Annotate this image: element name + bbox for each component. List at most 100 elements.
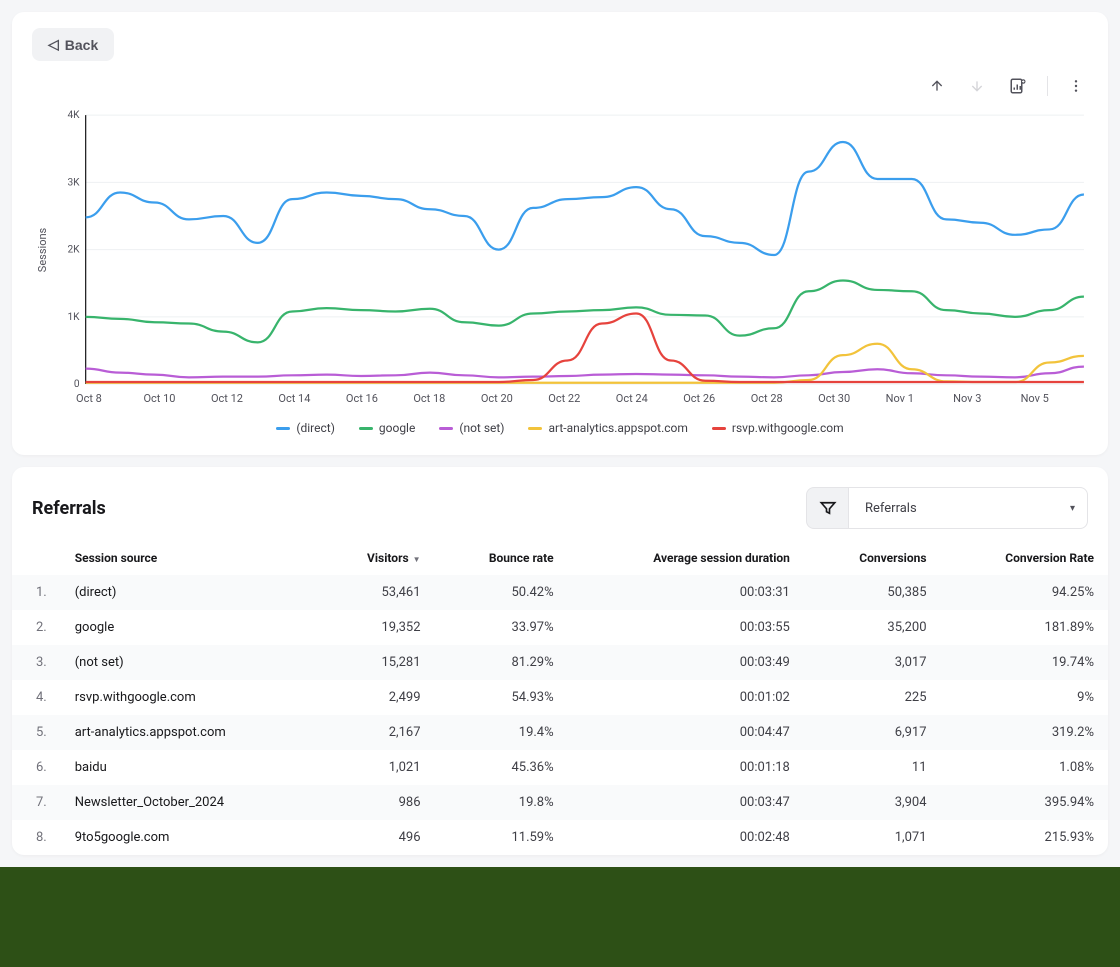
cell-conv: 225 <box>804 680 941 715</box>
sessions-line-chart: 01K2K3K4K <box>49 107 1088 392</box>
cell-bounce: 19.8% <box>435 785 568 820</box>
cell-rate: 319.2% <box>941 715 1108 750</box>
add-chart-icon[interactable] <box>1005 73 1031 99</box>
column-header[interactable]: Bounce rate <box>435 541 568 575</box>
column-header[interactable]: Average session duration <box>568 541 804 575</box>
cell-duration: 00:03:31 <box>568 575 804 610</box>
arrow-up-icon[interactable] <box>925 74 949 98</box>
filter-icon[interactable] <box>806 487 848 529</box>
svg-text:2K: 2K <box>67 245 80 256</box>
legend-label: (direct) <box>296 421 335 435</box>
x-tick: Oct 8 <box>76 392 143 405</box>
cell-conv: 3,904 <box>804 785 941 820</box>
cell-n: 7. <box>12 785 61 820</box>
more-vertical-icon[interactable] <box>1064 74 1088 98</box>
cell-visitors: 2,499 <box>318 680 435 715</box>
cell-source: 9to5google.com <box>61 820 318 855</box>
cell-conv: 3,017 <box>804 645 941 680</box>
table-header-row: Session sourceVisitors▼Bounce rateAverag… <box>12 541 1108 575</box>
column-header[interactable]: Visitors▼ <box>318 541 435 575</box>
cell-bounce: 54.93% <box>435 680 568 715</box>
column-header[interactable]: Session source <box>61 541 318 575</box>
cell-visitors: 15,281 <box>318 645 435 680</box>
cell-visitors: 496 <box>318 820 435 855</box>
cell-conv: 50,385 <box>804 575 941 610</box>
column-header[interactable]: Conversion Rate <box>941 541 1108 575</box>
cell-n: 3. <box>12 645 61 680</box>
cell-n: 1. <box>12 575 61 610</box>
legend-item[interactable]: rsvp.withgoogle.com <box>712 421 844 435</box>
legend-swatch <box>359 427 373 430</box>
cell-n: 2. <box>12 610 61 645</box>
cell-bounce: 33.97% <box>435 610 568 645</box>
cell-bounce: 81.29% <box>435 645 568 680</box>
legend-swatch <box>276 427 290 430</box>
x-axis-ticks: Oct 8Oct 10Oct 12Oct 14Oct 16Oct 18Oct 2… <box>76 392 1088 405</box>
x-tick: Nov 1 <box>886 392 953 405</box>
legend-item[interactable]: (direct) <box>276 421 335 435</box>
cell-duration: 00:03:47 <box>568 785 804 820</box>
toolbar-divider <box>1047 76 1048 96</box>
chart-toolbar <box>12 61 1108 99</box>
x-tick: Oct 24 <box>616 392 683 405</box>
back-button[interactable]: ◁ Back <box>32 28 114 61</box>
table-row[interactable]: 2.google19,35233.97%00:03:5535,200181.89… <box>12 610 1108 645</box>
table-row[interactable]: 6.baidu1,02145.36%00:01:18111.08% <box>12 750 1108 785</box>
cell-rate: 1.08% <box>941 750 1108 785</box>
y-axis-label: Sessions <box>32 107 49 392</box>
svg-text:1K: 1K <box>67 312 80 323</box>
chart-area: Sessions 01K2K3K4K Oct 8Oct 10Oct 12Oct … <box>12 99 1108 455</box>
referrals-select[interactable]: Referrals <box>848 487 1088 529</box>
cell-duration: 00:02:48 <box>568 820 804 855</box>
svg-text:4K: 4K <box>67 110 80 121</box>
x-tick: Oct 16 <box>346 392 413 405</box>
cell-source: google <box>61 610 318 645</box>
cell-duration: 00:03:55 <box>568 610 804 645</box>
cell-n: 5. <box>12 715 61 750</box>
table-row[interactable]: 8.9to5google.com49611.59%00:02:481,07121… <box>12 820 1108 855</box>
cell-visitors: 986 <box>318 785 435 820</box>
table-row[interactable]: 7.Newsletter_October_202498619.8%00:03:4… <box>12 785 1108 820</box>
x-tick: Oct 20 <box>481 392 548 405</box>
legend-item[interactable]: (not set) <box>439 421 504 435</box>
svg-text:3K: 3K <box>67 177 80 188</box>
table-row[interactable]: 3.(not set)15,28181.29%00:03:493,01719.7… <box>12 645 1108 680</box>
cell-rate: 395.94% <box>941 785 1108 820</box>
x-tick: Oct 28 <box>751 392 818 405</box>
cell-visitors: 53,461 <box>318 575 435 610</box>
referrals-table: Session sourceVisitors▼Bounce rateAverag… <box>12 541 1108 855</box>
column-header[interactable]: Conversions <box>804 541 941 575</box>
referrals-card: Referrals Referrals Session sourceVisito… <box>12 467 1108 855</box>
sort-indicator-icon: ▼ <box>413 555 421 564</box>
legend-swatch <box>712 427 726 430</box>
legend-label: (not set) <box>459 421 504 435</box>
cell-duration: 00:01:02 <box>568 680 804 715</box>
back-chevron-icon: ◁ <box>48 36 59 53</box>
column-header[interactable] <box>12 541 61 575</box>
table-body: 1.(direct)53,46150.42%00:03:3150,38594.2… <box>12 575 1108 855</box>
table-row[interactable]: 5.art-analytics.appspot.com2,16719.4%00:… <box>12 715 1108 750</box>
table-row[interactable]: 1.(direct)53,46150.42%00:03:3150,38594.2… <box>12 575 1108 610</box>
x-tick: Oct 22 <box>548 392 615 405</box>
cell-source: art-analytics.appspot.com <box>61 715 318 750</box>
x-tick: Oct 14 <box>278 392 345 405</box>
cell-conv: 11 <box>804 750 941 785</box>
cell-n: 8. <box>12 820 61 855</box>
cell-bounce: 45.36% <box>435 750 568 785</box>
legend-item[interactable]: google <box>359 421 415 435</box>
footer-background <box>0 867 1120 967</box>
cell-visitors: 1,021 <box>318 750 435 785</box>
table-row[interactable]: 4.rsvp.withgoogle.com2,49954.93%00:01:02… <box>12 680 1108 715</box>
select-value: Referrals <box>865 501 917 516</box>
cell-duration: 00:04:47 <box>568 715 804 750</box>
legend-swatch <box>528 427 542 430</box>
x-tick: Oct 18 <box>413 392 480 405</box>
cell-n: 4. <box>12 680 61 715</box>
cell-source: baidu <box>61 750 318 785</box>
cell-source: (direct) <box>61 575 318 610</box>
x-tick: Nov 3 <box>953 392 1020 405</box>
legend-item[interactable]: art-analytics.appspot.com <box>528 421 687 435</box>
table-title: Referrals <box>32 498 106 519</box>
x-tick: Oct 30 <box>818 392 885 405</box>
legend-label: google <box>379 421 415 435</box>
